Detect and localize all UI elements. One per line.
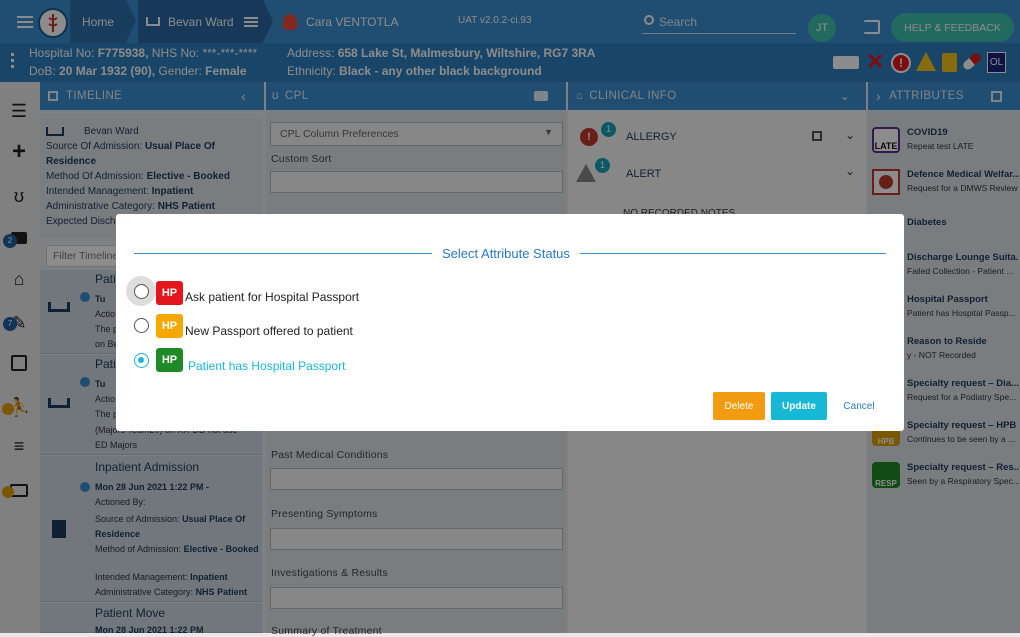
option-1-radio[interactable] [134,284,149,299]
cancel-button[interactable]: Cancel [833,392,885,420]
hp-text: HP [161,287,178,299]
option-3-radio[interactable] [134,353,149,368]
hp-amber-icon: HP [156,314,183,338]
hp-text: HP [161,320,178,332]
update-button[interactable]: Update [771,392,827,420]
hp-text: HP [161,354,178,366]
option-2-radio[interactable] [134,318,149,333]
option-2-label[interactable]: New Passport offered to patient [185,324,353,338]
option-1-label[interactable]: Ask patient for Hospital Passport [185,290,359,304]
dialog-title: Select Attribute Status [432,246,580,261]
hp-green-icon: HP [156,348,183,372]
option-3-label[interactable]: Patient has Hospital Passport [188,359,345,373]
delete-button[interactable]: Delete [713,392,765,420]
select-attribute-status-dialog: Select Attribute Status HP Ask patient f… [116,214,904,431]
hp-red-icon: HP [156,281,183,305]
